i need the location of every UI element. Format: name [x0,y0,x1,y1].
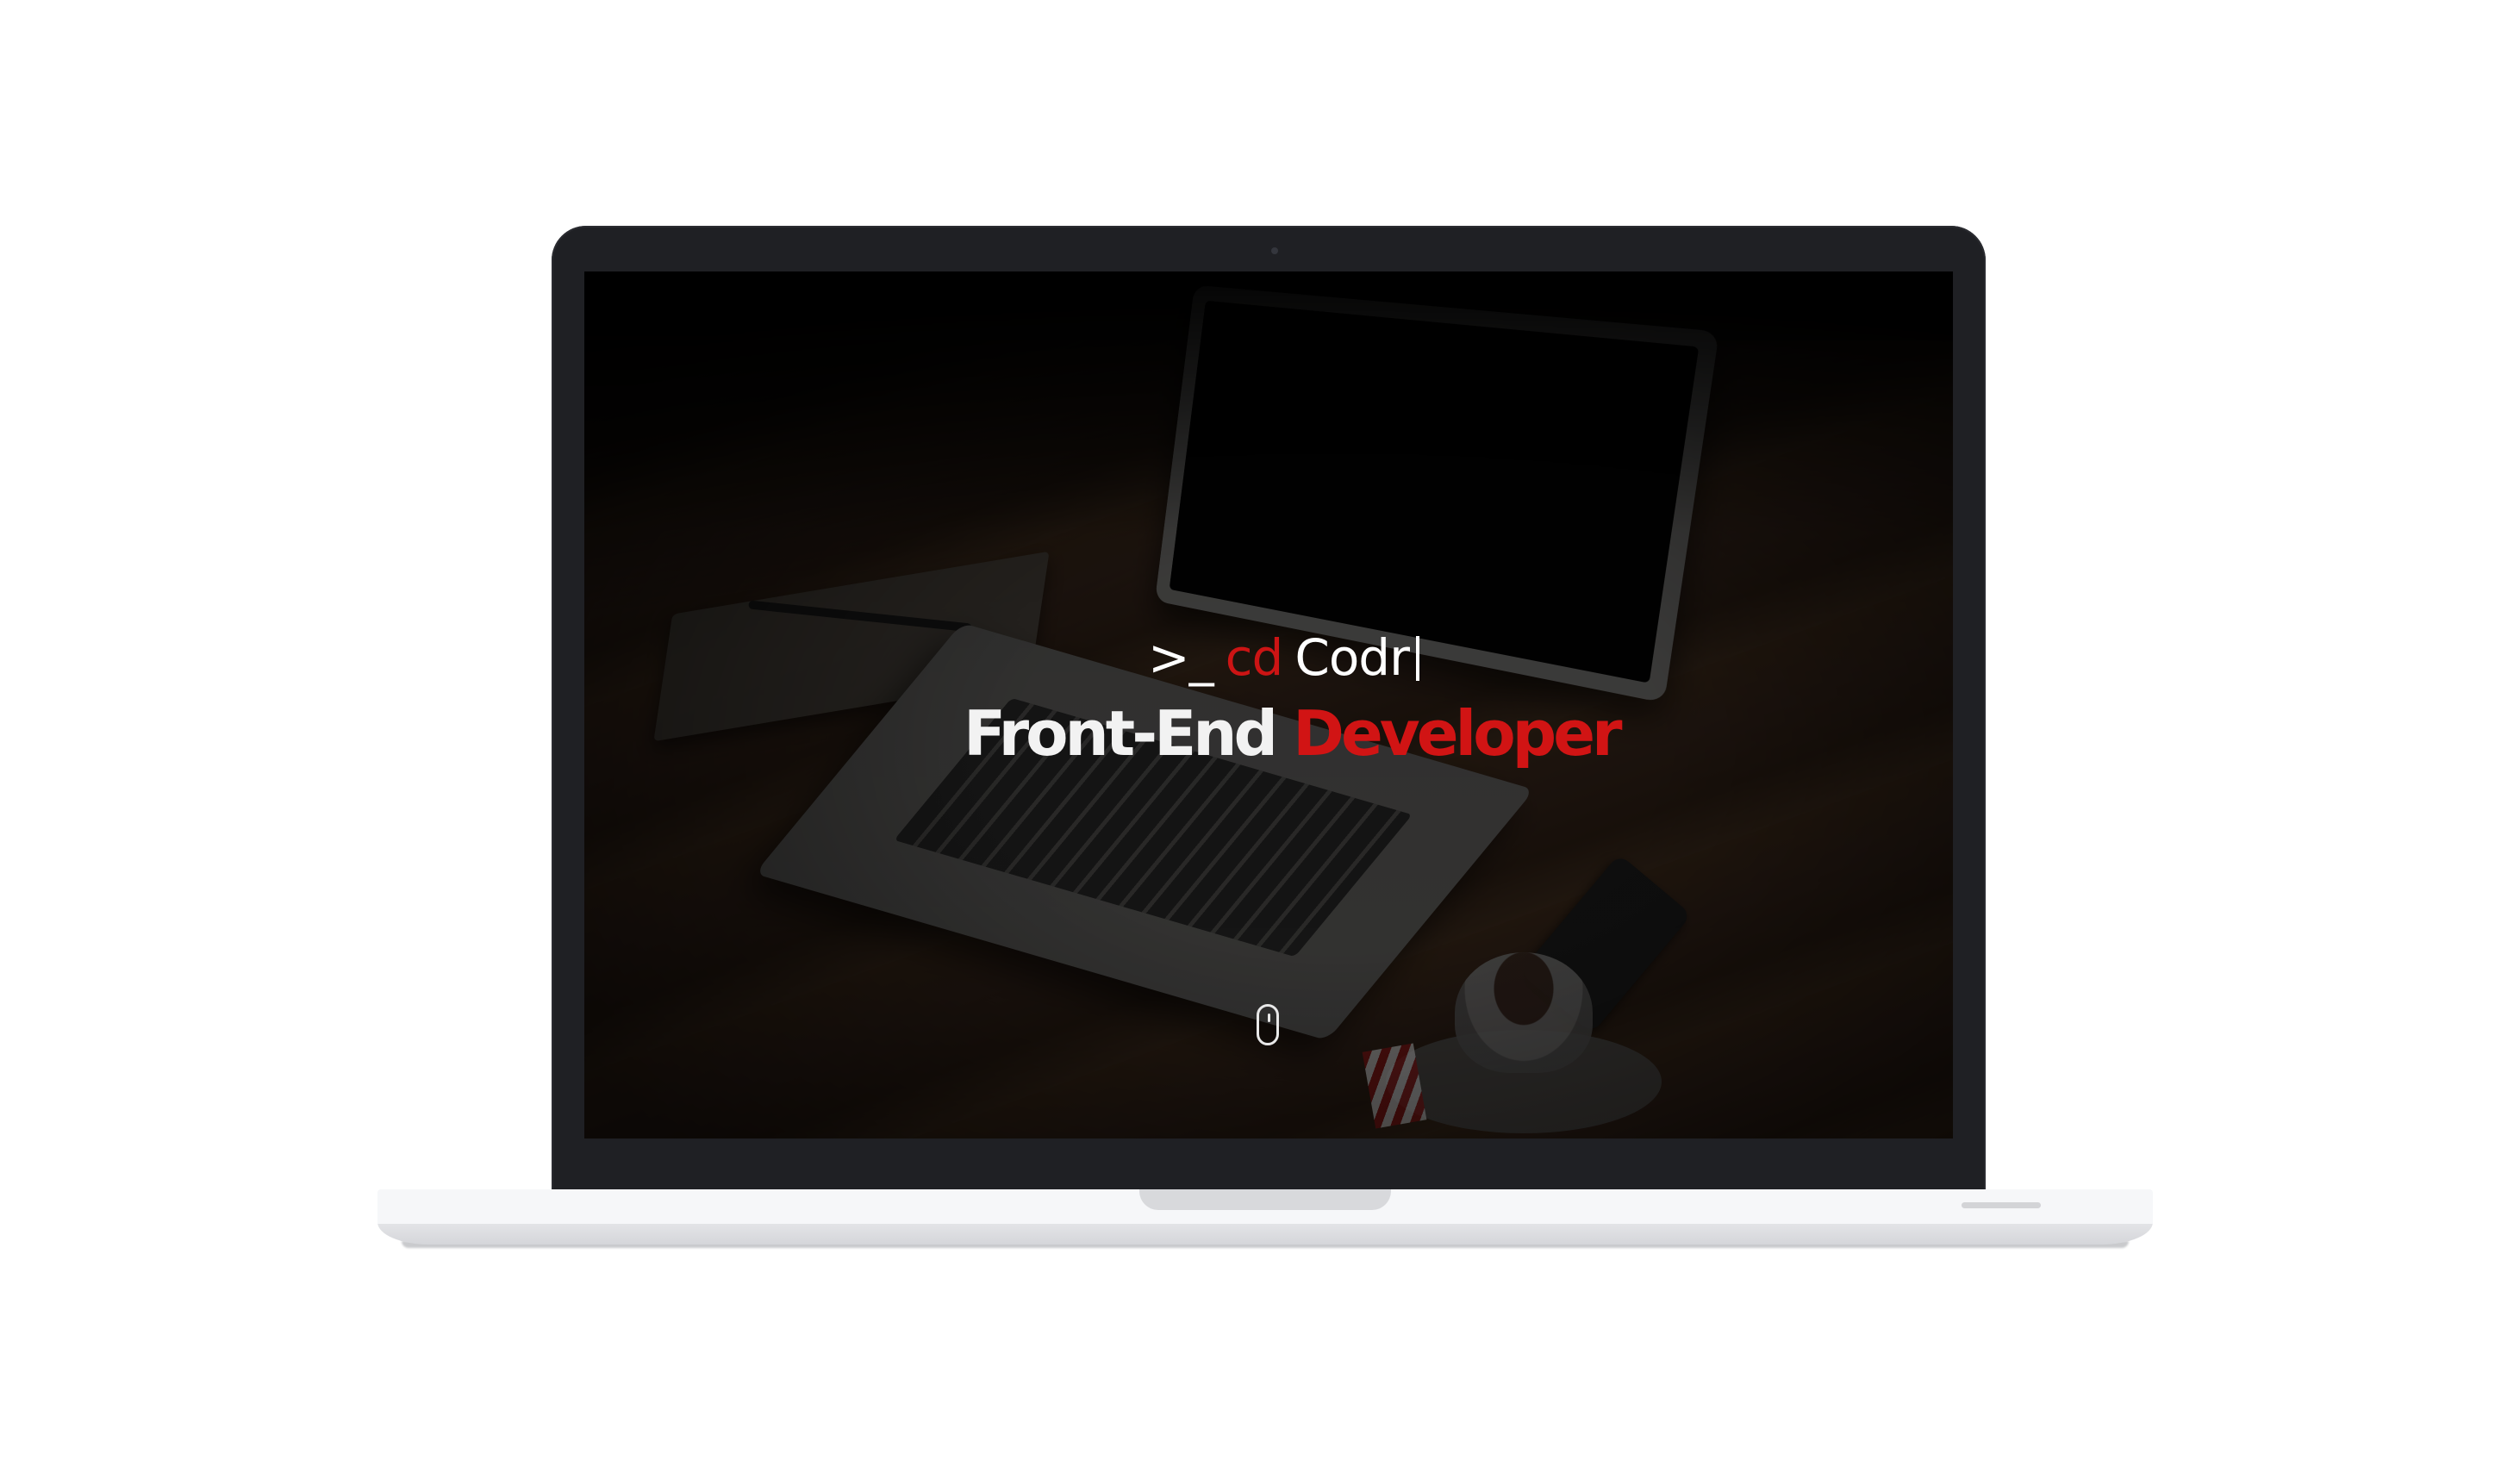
hero-section: >_ cd Codr Front-End Developer [584,271,1953,1138]
prompt-symbol: >_ [1148,628,1214,687]
headline-part-2: Developer [1293,697,1622,770]
prompt-command: cd [1225,628,1284,687]
terminal-prompt: >_ cd Codr [1148,628,1419,689]
prompt-brand-name: Codr [1294,628,1410,687]
hero-headline: Front-End Developer [964,697,1623,770]
headline-part-1: Front-End [964,697,1278,770]
text-cursor [1415,636,1419,681]
laptop-indicator-light [1962,1202,2041,1208]
laptop-screen: >_ cd Codr Front-End Developer [584,271,1953,1138]
laptop-opening-notch [1139,1189,1391,1210]
scroll-wheel-indicator [1268,1014,1270,1022]
scroll-mouse-icon[interactable] [1257,1004,1279,1045]
mockup-stage: >_ cd Codr Front-End Developer [0,0,2520,1466]
webcam-icon [1271,247,1278,254]
laptop-base-lower [377,1222,2153,1245]
